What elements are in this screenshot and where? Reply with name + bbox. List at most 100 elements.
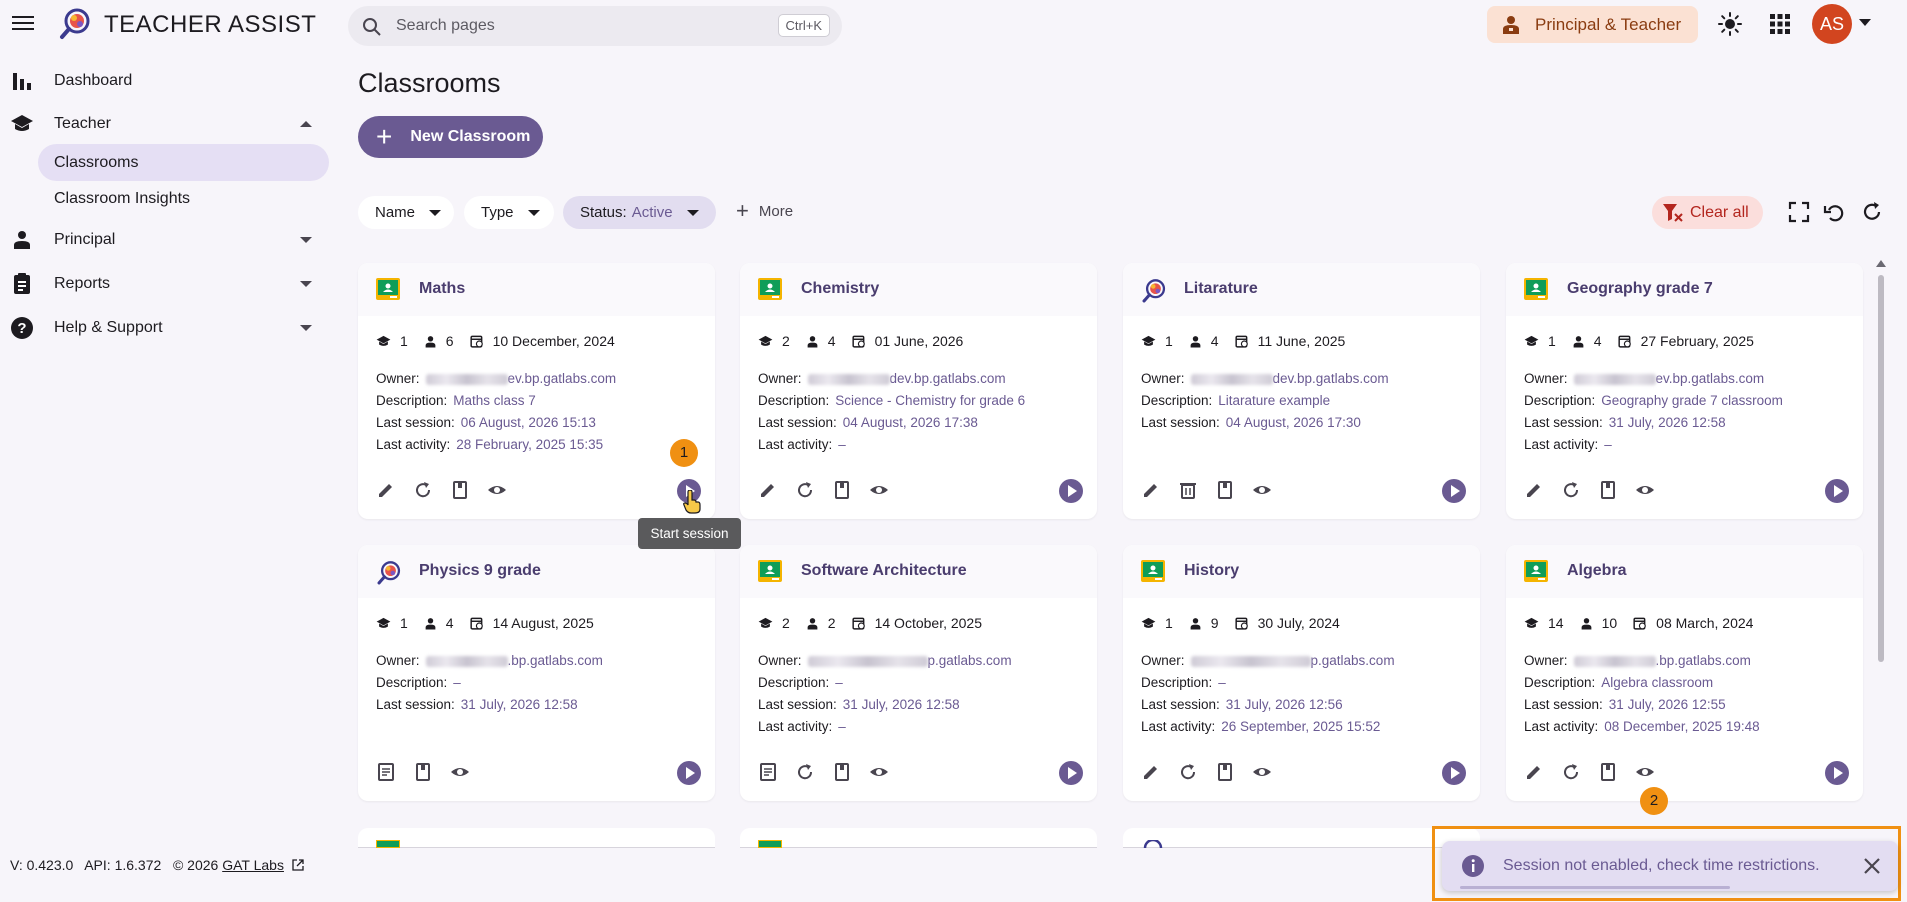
scrollbar[interactable] [1878,275,1884,662]
edit-icon[interactable] [1524,762,1544,782]
card-header: Physics 9 grade [358,545,715,598]
classroom-card[interactable]: Maths 1 6 10 December, 2024 Owner: ev.bp.… [358,263,715,519]
filter-type-chip[interactable]: Type [464,196,554,229]
close-icon[interactable] [1862,856,1882,876]
card-title[interactable]: Chemistry [801,280,879,298]
classroom-card[interactable]: Geography grade 7 1 4 27 February, 2025 … [1506,263,1863,519]
gat-labs-link[interactable]: GAT Labs [222,857,284,873]
person-icon [807,335,818,347]
filter-name-chip[interactable]: Name [358,196,454,229]
edit-icon[interactable] [376,480,396,500]
sync-icon[interactable] [1561,480,1581,500]
sync-icon[interactable] [413,480,433,500]
clear-all-filters-button[interactable]: Clear all [1652,196,1763,229]
sidebar-item-reports[interactable]: Reports [0,265,330,303]
sync-icon[interactable] [795,480,815,500]
start-session-button[interactable] [1442,761,1466,785]
card-title[interactable]: Geography grade 7 [1567,280,1713,298]
document-icon[interactable] [758,762,778,782]
document-icon[interactable] [376,762,396,782]
student-count: 4 [445,615,454,631]
edit-icon[interactable] [1141,762,1161,782]
card-title[interactable]: Algebra [1567,562,1627,580]
eye-icon[interactable] [450,762,470,782]
card-title[interactable]: Software Architecture [801,562,967,580]
eye-icon[interactable] [869,762,889,782]
role-switch-button[interactable]: Principal & Teacher [1487,6,1698,43]
more-filters-button[interactable]: + More [736,200,793,222]
book-icon[interactable] [832,480,852,500]
classroom-card-partial[interactable] [740,828,1097,848]
last-activity-value: – [838,719,846,734]
edit-icon[interactable] [1141,480,1161,500]
account-menu-chevron-icon[interactable] [1859,19,1871,26]
classroom-card-partial[interactable] [1123,828,1480,848]
book-icon[interactable] [1215,480,1235,500]
sidebar-item-label: Classroom Insights [54,189,191,207]
delete-icon[interactable] [1178,480,1198,500]
classroom-card[interactable]: History 1 9 30 July, 2024 Owner: p.gatlab… [1123,545,1480,801]
sync-icon[interactable] [795,762,815,782]
last-session-label: Last session: [376,415,455,430]
classroom-card[interactable]: Chemistry 2 4 01 June, 2026 Owner: dev.bp… [740,263,1097,519]
external-link-icon[interactable] [292,859,304,871]
sync-icon[interactable] [1178,762,1198,782]
eye-icon[interactable] [869,480,889,500]
sidebar-item-help-support[interactable]: ? Help & Support [0,309,330,347]
edit-icon[interactable] [1524,480,1544,500]
avatar[interactable]: AS [1812,4,1852,44]
sidebar-item-dashboard[interactable]: Dashboard [0,62,330,100]
sidebar-item-principal[interactable]: Principal [0,221,330,259]
fullscreen-icon[interactable] [1787,200,1811,224]
book-icon[interactable] [450,480,470,500]
owner-redacted [1573,655,1656,667]
start-session-button[interactable] [1825,479,1849,503]
card-title[interactable]: Maths [419,280,465,298]
start-session-button[interactable] [1442,479,1466,503]
sync-icon[interactable] [1561,762,1581,782]
apps-grid-icon[interactable] [1768,12,1792,36]
description-value: – [835,675,843,690]
owner-label: Owner: [376,653,420,668]
menu-icon[interactable] [10,12,36,36]
filter-status-chip[interactable]: Status: Active [563,196,716,229]
sidebar-item-classroom-insights[interactable]: Classroom Insights [38,180,329,217]
start-session-button[interactable] [677,761,701,785]
classroom-card[interactable]: Physics 9 grade 1 4 14 August, 2025 Owne… [358,545,715,801]
edit-icon[interactable] [758,480,778,500]
teacher-assist-logo-icon [1143,840,1163,848]
search-bar[interactable]: Ctrl+K [348,6,842,46]
theme-toggle-icon[interactable] [1718,12,1742,36]
person-icon [425,335,436,347]
student-count: 4 [1593,333,1602,349]
eye-icon[interactable] [487,480,507,500]
book-icon[interactable] [832,762,852,782]
classroom-card[interactable]: Litarature 1 4 11 June, 2025 Owner: dev.b… [1123,263,1480,519]
new-classroom-button[interactable]: + New Classroom [358,116,543,158]
undo-icon[interactable] [1823,200,1847,224]
eye-icon[interactable] [1252,480,1272,500]
description-value: Maths class 7 [453,393,536,408]
eye-icon[interactable] [1252,762,1272,782]
card-title[interactable]: Physics 9 grade [419,562,541,580]
card-title[interactable]: Litarature [1184,280,1258,298]
start-session-button[interactable] [1059,761,1083,785]
classroom-card-partial[interactable] [358,828,715,848]
search-input[interactable] [396,6,696,46]
card-title[interactable]: History [1184,562,1239,580]
sidebar-item-teacher[interactable]: Teacher [0,105,330,143]
book-icon[interactable] [1598,480,1618,500]
book-icon[interactable] [1598,762,1618,782]
book-icon[interactable] [413,762,433,782]
eye-icon[interactable] [1635,480,1655,500]
sidebar-item-classrooms[interactable]: Classrooms [38,144,329,181]
scroll-up-icon[interactable] [1876,260,1886,267]
start-session-button[interactable] [1825,761,1849,785]
clear-all-label: Clear all [1690,203,1749,221]
classroom-card[interactable]: Algebra 14 10 08 March, 2024 Owner: .bp.g… [1506,545,1863,801]
start-session-button[interactable] [1059,479,1083,503]
classroom-card[interactable]: Software Architecture 2 2 14 October, 20… [740,545,1097,801]
eye-icon[interactable] [1635,762,1655,782]
book-icon[interactable] [1215,762,1235,782]
refresh-icon[interactable] [1860,200,1884,224]
